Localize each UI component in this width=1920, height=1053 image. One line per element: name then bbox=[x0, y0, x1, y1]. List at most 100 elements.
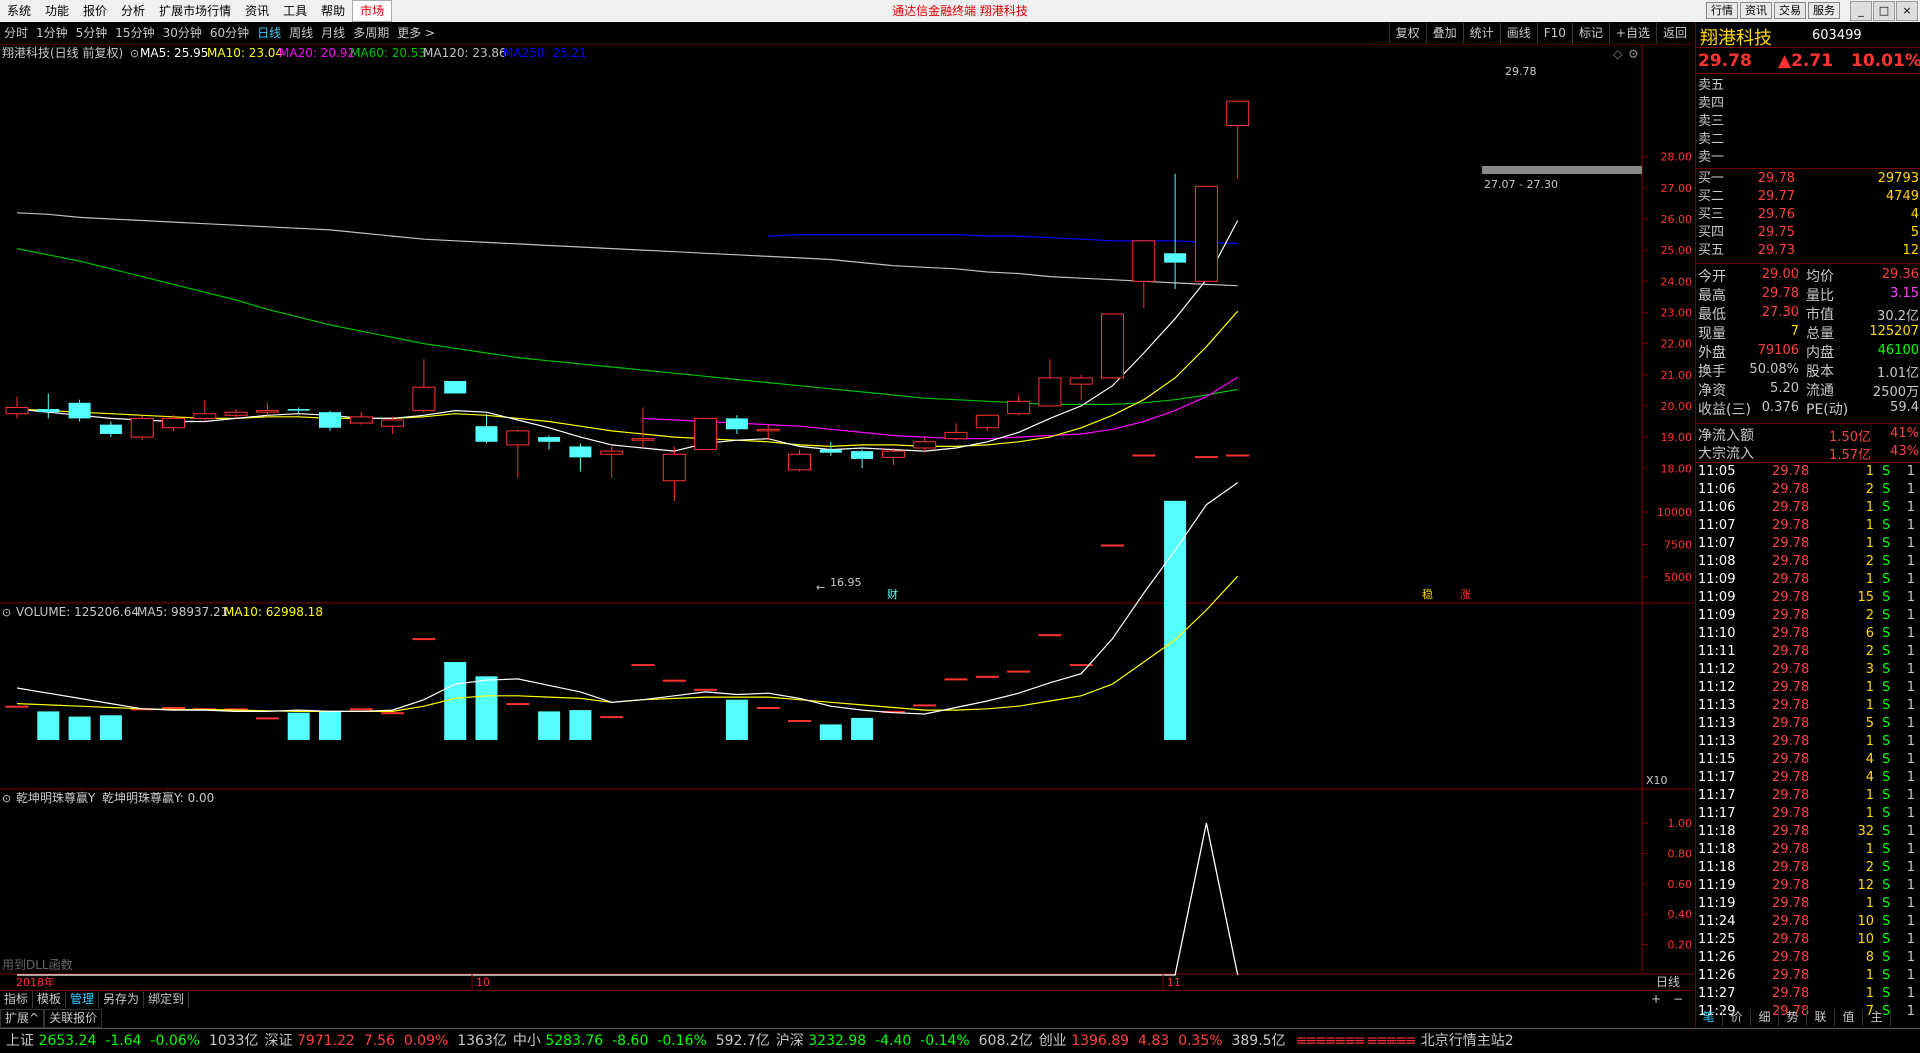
ma5-label: MA5: 25.95 bbox=[140, 46, 208, 60]
period-15min[interactable]: 15分钟 bbox=[111, 23, 158, 44]
menu-news[interactable]: 资讯 bbox=[238, 0, 276, 22]
f10-button[interactable]: F10 bbox=[1536, 23, 1572, 44]
index-item[interactable]: 深证 7971.22 7.56 0.09% 1363亿 bbox=[264, 1029, 506, 1053]
tick-list[interactable]: 11:05 29.78 1 S 1 11:06 29.78 2 S 1 11:06 29.78 1 S 1 1… bbox=[1696, 463, 1920, 1025]
period-30min[interactable]: 30分钟 bbox=[159, 23, 206, 44]
indicator-value: 乾坤明珠尊赢Y: 0.00 bbox=[102, 790, 214, 805]
menu-analysis[interactable]: 分析 bbox=[114, 0, 152, 22]
volume-unit: X10 bbox=[1646, 774, 1668, 787]
tab-indicator[interactable]: 指标 bbox=[0, 991, 34, 1008]
tick-side: S bbox=[1882, 986, 1891, 1001]
zoom-out-icon[interactable]: − bbox=[1669, 991, 1687, 1008]
stats-button[interactable]: 统计 bbox=[1462, 23, 1500, 44]
news-button[interactable]: 资讯 bbox=[1740, 2, 1772, 19]
indicator-toggle-icon[interactable]: ⊙ bbox=[2, 792, 11, 805]
tab-value[interactable]: 值 bbox=[1835, 1009, 1863, 1026]
period-day[interactable]: 日线 bbox=[253, 23, 285, 44]
menu-ext-market[interactable]: 扩展市场行情 bbox=[152, 0, 238, 22]
tab-bind[interactable]: 绑定到 bbox=[144, 991, 190, 1008]
menu-tools[interactable]: 工具 bbox=[276, 0, 314, 22]
overlay-button[interactable]: 叠加 bbox=[1425, 23, 1463, 44]
tick-time: 11:07 bbox=[1698, 518, 1736, 533]
tick-count: 1 bbox=[1906, 968, 1915, 983]
add-watchlist-button[interactable]: +自选 bbox=[1608, 23, 1656, 44]
kline-chart[interactable]: 28.00 27.00 26.00 25.00 24.00 23.00 22.00 21.00… bbox=[0, 45, 1694, 990]
volume-bar bbox=[37, 711, 60, 740]
stat-label: 量比 bbox=[1806, 288, 1834, 304]
close-icon[interactable]: × bbox=[1896, 1, 1918, 21]
tab-manage[interactable]: 管理 bbox=[66, 991, 100, 1008]
tab-related-quotes[interactable]: 关联报价 bbox=[44, 1009, 103, 1028]
period-week[interactable]: 周线 bbox=[285, 23, 317, 44]
tab-trades[interactable]: 笔 bbox=[1695, 1009, 1723, 1026]
tick-volume: 1 bbox=[1865, 896, 1874, 911]
tab-price[interactable]: 价 bbox=[1723, 1009, 1751, 1026]
quote-panel-tabs: 笔价细势联值主 bbox=[1695, 1009, 1920, 1027]
draw-button[interactable]: 画线 bbox=[1499, 23, 1537, 44]
maximize-icon[interactable]: □ bbox=[1873, 1, 1895, 21]
index-item[interactable]: 沪深 3232.98 -4.40 -0.14% 608.2亿 bbox=[776, 1029, 1033, 1053]
minimize-icon[interactable]: _ bbox=[1850, 1, 1872, 21]
volume-toggle-icon[interactable]: ⊙ bbox=[2, 606, 11, 619]
period-multi[interactable]: 多周期 bbox=[349, 23, 393, 44]
stable-marker[interactable]: 稳 bbox=[1422, 587, 1433, 601]
period-60min[interactable]: 60分钟 bbox=[206, 23, 253, 44]
tick-time: 11:10 bbox=[1698, 626, 1736, 641]
index-item[interactable]: 上证 2653.24 -1.64 -0.06% 1033亿 bbox=[6, 1029, 258, 1053]
index-item[interactable]: 中小 5283.76 -8.60 -0.16% 592.7亿 bbox=[513, 1029, 770, 1053]
tick-side: S bbox=[1882, 482, 1891, 497]
menu-system[interactable]: 系统 bbox=[0, 0, 38, 22]
tick-price: 29.78 bbox=[1772, 932, 1810, 947]
indicator-tick-label: 0.60 bbox=[1668, 878, 1693, 891]
period-1min[interactable]: 1分钟 bbox=[32, 23, 72, 44]
trade-button[interactable]: 交易 bbox=[1774, 2, 1806, 19]
tab-template[interactable]: 模板 bbox=[33, 991, 67, 1008]
limit-up-marker[interactable]: 涨 bbox=[1460, 588, 1471, 601]
tab-main[interactable]: 主 bbox=[1863, 1009, 1891, 1026]
indicator-line bbox=[17, 822, 1239, 976]
index-item[interactable]: 创业 1396.89 4.83 0.35% 389.5亿 bbox=[1039, 1029, 1286, 1053]
menu-market[interactable]: 市场 bbox=[352, 0, 393, 22]
ma60-label: MA60: 20.53 bbox=[350, 46, 426, 60]
tab-trend[interactable]: 势 bbox=[1779, 1009, 1807, 1026]
menu-quote[interactable]: 报价 bbox=[76, 0, 114, 22]
server-label[interactable]: 北京行情主站2 bbox=[1421, 1029, 1514, 1053]
back-button[interactable]: 返回 bbox=[1655, 23, 1693, 44]
diamond-icon[interactable]: ◇ bbox=[1613, 47, 1623, 61]
zoom-in-icon[interactable]: + bbox=[1647, 991, 1665, 1008]
period-5min[interactable]: 5分钟 bbox=[72, 23, 112, 44]
sell-level: 卖五 bbox=[1698, 77, 1919, 95]
candle bbox=[1038, 377, 1062, 407]
tick-price: 29.78 bbox=[1772, 464, 1810, 479]
volume-bar bbox=[287, 712, 310, 740]
settings-icon[interactable]: ⚙ bbox=[1628, 47, 1639, 61]
tab-save-as[interactable]: 另存为 bbox=[99, 991, 145, 1008]
mode-chevron-icon[interactable]: ⊙ bbox=[130, 47, 139, 60]
volume-bar bbox=[819, 724, 842, 740]
tick-price: 29.78 bbox=[1772, 662, 1810, 677]
volume-tick-label: 5000 bbox=[1664, 571, 1692, 584]
menu-function[interactable]: 功能 bbox=[38, 0, 76, 22]
menu-help[interactable]: 帮助 bbox=[314, 0, 352, 22]
volume-bar bbox=[475, 676, 498, 740]
tick-volume: 1 bbox=[1865, 500, 1874, 515]
tab-extension[interactable]: 扩展^ bbox=[0, 1009, 45, 1028]
tab-linked[interactable]: 联 bbox=[1807, 1009, 1835, 1026]
tick-row: 11:18 29.78 1 S 1 bbox=[1698, 841, 1919, 859]
finance-marker[interactable]: 财 bbox=[887, 587, 898, 601]
period-month[interactable]: 月线 bbox=[317, 23, 349, 44]
period-tick[interactable]: 分时 bbox=[0, 23, 32, 44]
volume-bar bbox=[1132, 454, 1156, 457]
period-more[interactable]: 更多 > bbox=[393, 23, 439, 44]
candle bbox=[1101, 313, 1124, 379]
tab-detail[interactable]: 细 bbox=[1751, 1009, 1779, 1026]
market-button[interactable]: 行情 bbox=[1706, 2, 1738, 19]
candle bbox=[381, 419, 405, 427]
service-button[interactable]: 服务 bbox=[1808, 2, 1840, 19]
adjust-button[interactable]: 复权 bbox=[1388, 23, 1426, 44]
mark-button[interactable]: 标记 bbox=[1571, 23, 1609, 44]
stat-value: 30.2亿 bbox=[1877, 309, 1919, 324]
candle bbox=[1164, 253, 1187, 263]
high-annotation: 29.78 bbox=[1505, 65, 1537, 78]
buy-price: 29.77 bbox=[1757, 189, 1795, 204]
